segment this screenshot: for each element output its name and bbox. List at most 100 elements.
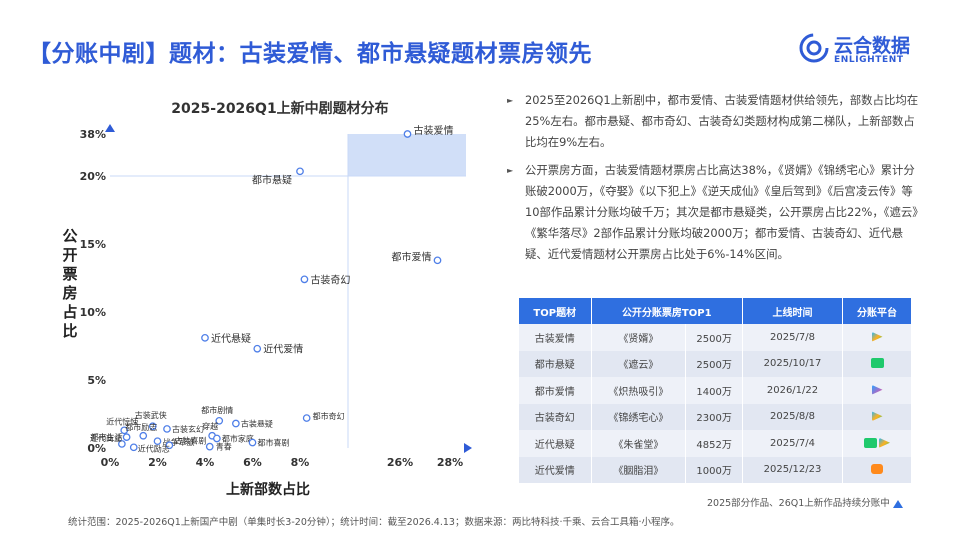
title-cell: 《胭脂泪》 xyxy=(591,456,687,483)
data-point xyxy=(205,442,214,451)
box-cell: 2500万 xyxy=(685,350,743,377)
data-point xyxy=(122,433,131,441)
platform-cell xyxy=(842,456,912,483)
point-label: 古装奇幻 xyxy=(310,273,350,286)
data-point xyxy=(201,333,209,342)
genre-cell: 近代爱情 xyxy=(519,456,592,483)
tencent-icon xyxy=(879,437,890,448)
point-label: 穿越 xyxy=(202,421,218,431)
y-tick-label: 38% xyxy=(80,128,106,141)
col-date-header: 上线时间 xyxy=(742,298,843,324)
table-row: 古装奇幻 《锦绣宅心》 2300万 2025/8/8 xyxy=(519,403,912,430)
date-cell: 2025/12/23 xyxy=(742,456,843,483)
y-tick-label: 20% xyxy=(80,170,106,183)
x-tick-label: 0% xyxy=(101,456,120,469)
data-point xyxy=(163,425,171,433)
bullet-item: 2025至2026Q1上新剧中，都市爱情、古装爱情题材供给领先，部数占比均在25… xyxy=(507,90,923,153)
point-label: 都市喜剧 xyxy=(258,438,290,448)
title-cell: 《锦绣宅心》 xyxy=(591,403,687,430)
box-cell: 1000万 xyxy=(685,456,743,483)
x-tick-label: 4% xyxy=(196,456,215,469)
source-note: 统计范围：2025-2026Q1上新国产中剧（单集时长3-20分钟）；统计时间：… xyxy=(68,517,680,528)
data-point xyxy=(253,344,262,353)
point-label: 都市剧情 xyxy=(201,405,233,415)
x-tick-label: 28% xyxy=(437,456,463,469)
col-platform-header: 分账平台 xyxy=(842,298,912,324)
summary-bullets: 2025至2026Q1上新剧中，都市爱情、古装爱情题材供给领先，部数占比均在25… xyxy=(507,90,923,272)
data-point xyxy=(433,256,442,265)
logo-text: 云合数据 xyxy=(834,35,911,57)
x-tick-label: 8% xyxy=(291,456,310,469)
table-row: 近代悬疑 《朱雀堂》 4852万 2025/7/4 xyxy=(519,430,912,457)
point-label: 都市悬疑 xyxy=(252,173,292,186)
point-label: 都市奇幻 xyxy=(313,411,345,421)
y-axis-label-char: 比 xyxy=(62,322,77,340)
point-label: 近代商业 xyxy=(90,433,122,443)
date-cell: 2025/10/17 xyxy=(742,350,843,377)
point-label: 青春 xyxy=(216,442,232,452)
box-cell: 2500万 xyxy=(685,324,743,351)
x-axis-arrow xyxy=(464,443,472,453)
arrow-up-icon xyxy=(892,499,903,508)
point-label: 近代爱情 xyxy=(263,343,303,356)
data-point xyxy=(300,275,309,284)
data-point xyxy=(213,434,221,443)
genre-cell: 都市悬疑 xyxy=(519,350,592,377)
footnote: 2025部分作品、26Q1上新作品持续分账中 xyxy=(707,495,903,509)
x-tick-label: 6% xyxy=(243,456,262,469)
iqiyi-icon xyxy=(864,437,877,448)
footnote-text: 2025部分作品、26Q1上新作品持续分账中 xyxy=(707,498,890,509)
box-cell: 2300万 xyxy=(685,403,743,430)
point-label: 古装悬疑 xyxy=(241,419,273,429)
col-top1-header: 公开分账票房TOP1 xyxy=(591,298,743,324)
top-genre-table: TOP题材 公开分账票房TOP1 上线时间 分账平台 古装爱情 《贤婿》 2500万… xyxy=(519,298,912,483)
y-axis-arrow xyxy=(105,124,115,132)
y-axis-label-char: 公 xyxy=(62,227,77,245)
genre-cell: 都市爱情 xyxy=(519,377,592,404)
logo-icon xyxy=(799,33,829,63)
x-tick-label: 2% xyxy=(148,456,167,469)
point-label: 近代悬疑 xyxy=(211,332,251,345)
date-cell: 2026/1/22 xyxy=(742,377,843,404)
y-tick-label: 10% xyxy=(80,306,106,319)
tencent-icon xyxy=(871,331,883,342)
youku-icon xyxy=(871,384,883,395)
mango-icon xyxy=(871,464,883,475)
logo-subtext: ENLIGHTENT xyxy=(834,55,904,65)
title-cell: 《贤婿》 xyxy=(591,324,687,351)
y-tick-label: 0% xyxy=(87,442,106,455)
data-point xyxy=(248,438,257,447)
scatter-chart: 0% 5% 10% 15% 20% 38% 0% 2% 4% 6% 8% 26% 28% 上新部数占比 公开… xyxy=(62,124,472,498)
table-row: 古装爱情 《贤婿》 2500万 2025/7/8 xyxy=(519,324,912,351)
y-tick-label: 5% xyxy=(87,374,106,387)
box-cell: 1400万 xyxy=(685,377,743,404)
date-cell: 2025/8/8 xyxy=(742,403,843,430)
point-label: 都市爱情 xyxy=(392,250,432,263)
y-tick-label: 15% xyxy=(80,238,106,251)
data-point xyxy=(129,443,138,452)
highlight-region xyxy=(348,134,466,176)
data-point xyxy=(403,130,412,138)
title-cell: 《遮云》 xyxy=(591,350,687,377)
platform-cell xyxy=(842,350,912,377)
platform-cell xyxy=(842,324,912,351)
data-point xyxy=(302,414,311,422)
table-row: 都市爱情 《炽热吸引》 1400万 2026/1/22 xyxy=(519,377,912,404)
table-header-row: TOP题材 公开分账票房TOP1 上线时间 分账平台 xyxy=(519,298,912,324)
slide: 【分账中剧】题材：古装爱情、都市悬疑题材票房领先 云合数据 ENLIGHTENT… xyxy=(0,0,960,540)
platform-cell xyxy=(842,377,912,404)
iqiyi-icon xyxy=(870,358,884,369)
y-axis-label-char: 占 xyxy=(62,303,77,321)
point-label: 古装爱情 xyxy=(414,124,454,137)
title-cell: 《朱雀堂》 xyxy=(591,430,687,457)
platform-cell xyxy=(842,430,912,457)
x-tick-label: 26% xyxy=(387,456,413,469)
point-label: 古装武侠 xyxy=(135,410,167,420)
col-genre-header: TOP题材 xyxy=(519,298,592,324)
brand-logo: 云合数据 ENLIGHTENT xyxy=(798,30,928,70)
title-cell: 《炽热吸引》 xyxy=(591,377,687,404)
point-label: 古装喜剧 xyxy=(174,435,206,445)
table-row: 近代爱情 《胭脂泪》 1000万 2025/12/23 xyxy=(519,456,912,483)
x-axis-label: 上新部数占比 xyxy=(226,481,310,498)
data-point xyxy=(232,419,240,428)
